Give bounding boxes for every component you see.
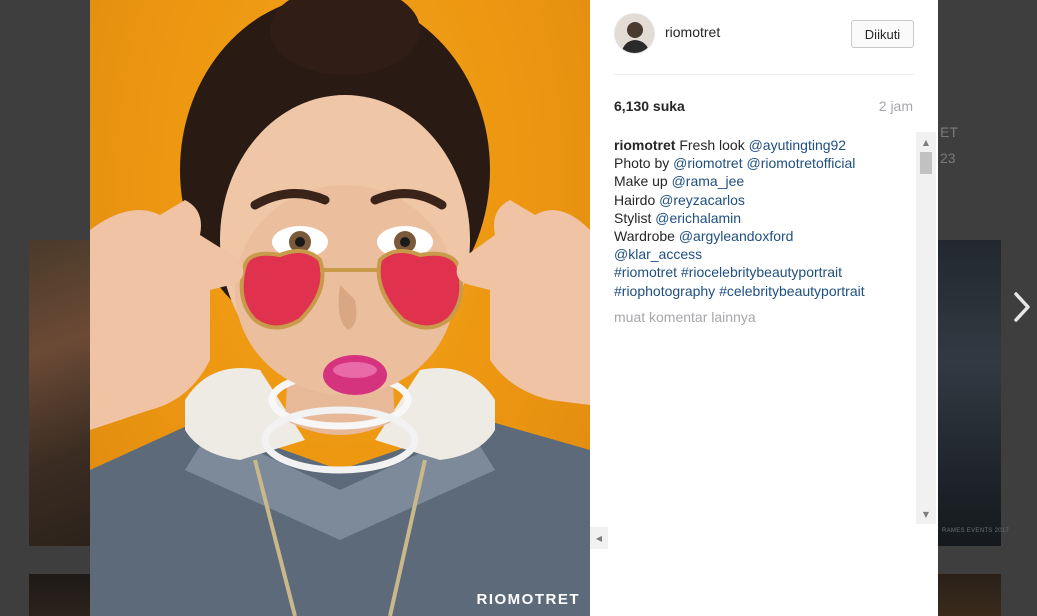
- mention-link[interactable]: @ayutingting92: [749, 137, 847, 153]
- background-post-thumbnail[interactable]: [937, 240, 1001, 546]
- caption-line: Make up @rama_jee: [614, 172, 914, 190]
- photo-watermark: RIOMOTRET: [476, 591, 580, 608]
- background-post-thumbnail[interactable]: [937, 574, 1001, 616]
- mention-link[interactable]: @rama_jee: [672, 173, 745, 189]
- caption-author-link[interactable]: riomotret: [614, 137, 675, 153]
- caption-text: Wardrobe: [614, 228, 679, 245]
- caption-line: #riomotret #riocelebritybeautyportrait: [614, 263, 914, 281]
- portrait-illustration: [90, 0, 590, 616]
- mention-link[interactable]: @argyleandoxford: [679, 228, 794, 244]
- caption-line: riomotret Fresh look @ayutingting92: [614, 136, 914, 154]
- header-divider: [614, 74, 914, 75]
- caption: riomotret Fresh look @ayutingting92 Phot…: [614, 136, 914, 526]
- caption-text: Stylist: [614, 209, 656, 226]
- mention-link[interactable]: @klar_access: [614, 246, 702, 262]
- likes-count[interactable]: 6,130 suka: [614, 98, 685, 114]
- caption-line: #riophotography #celebritybeautyportrait: [614, 282, 914, 300]
- chevron-right-icon[interactable]: [1008, 290, 1036, 324]
- background-post-thumbnail[interactable]: [29, 240, 99, 546]
- caption-line: Wardrobe @argyleandoxford: [614, 227, 914, 245]
- username-link[interactable]: riomotret: [665, 24, 720, 40]
- background-meta-text: ET: [940, 124, 958, 140]
- following-button[interactable]: Diikuti: [851, 20, 914, 48]
- background-post-thumbnail[interactable]: [29, 574, 99, 616]
- avatar-image: [615, 14, 654, 53]
- caption-line: @klar_access: [614, 245, 914, 263]
- post-details-panel: riomotret Diikuti 6,130 suka 2 jam riomo…: [590, 0, 938, 616]
- post-timestamp[interactable]: 2 jam: [879, 98, 913, 114]
- caption-text: Fresh look: [675, 137, 749, 153]
- caption-line: Photo by @riomotret @riomotretofficial: [614, 154, 914, 172]
- background-watermark: RAMES EVENTS 2017: [942, 528, 1010, 534]
- load-more-comments-link[interactable]: muat komentar lainnya: [614, 308, 914, 326]
- caption-text: Photo by: [614, 155, 674, 172]
- avatar[interactable]: [614, 13, 655, 54]
- post-photo[interactable]: RIOMOTRET: [90, 0, 590, 616]
- caption-text: Hairdo: [614, 191, 660, 208]
- background-meta-text: 23: [940, 150, 956, 166]
- hashtag-link[interactable]: #riophotography #celebritybeautyportrait: [614, 283, 865, 299]
- comments-scrollbar[interactable]: ▲ ▼: [916, 132, 936, 524]
- post-header: riomotret Diikuti: [590, 0, 938, 74]
- caption-line: Hairdo @reyzacarlos: [614, 191, 914, 209]
- triangle-up-icon[interactable]: ▲: [916, 134, 936, 150]
- scrollbar-thumb[interactable]: [920, 152, 932, 174]
- mention-link[interactable]: @erichalamin: [655, 210, 741, 226]
- triangle-down-icon[interactable]: ▼: [916, 506, 936, 522]
- hashtag-link[interactable]: #riomotret #riocelebritybeautyportrait: [614, 264, 842, 280]
- mention-link[interactable]: @reyzacarlos: [659, 192, 745, 208]
- triangle-left-icon[interactable]: ◀: [590, 527, 608, 549]
- caption-line: Stylist @erichalamin: [614, 209, 914, 227]
- caption-text: Make up: [614, 173, 672, 190]
- mention-link[interactable]: @riomotret @riomotretofficial: [673, 155, 855, 171]
